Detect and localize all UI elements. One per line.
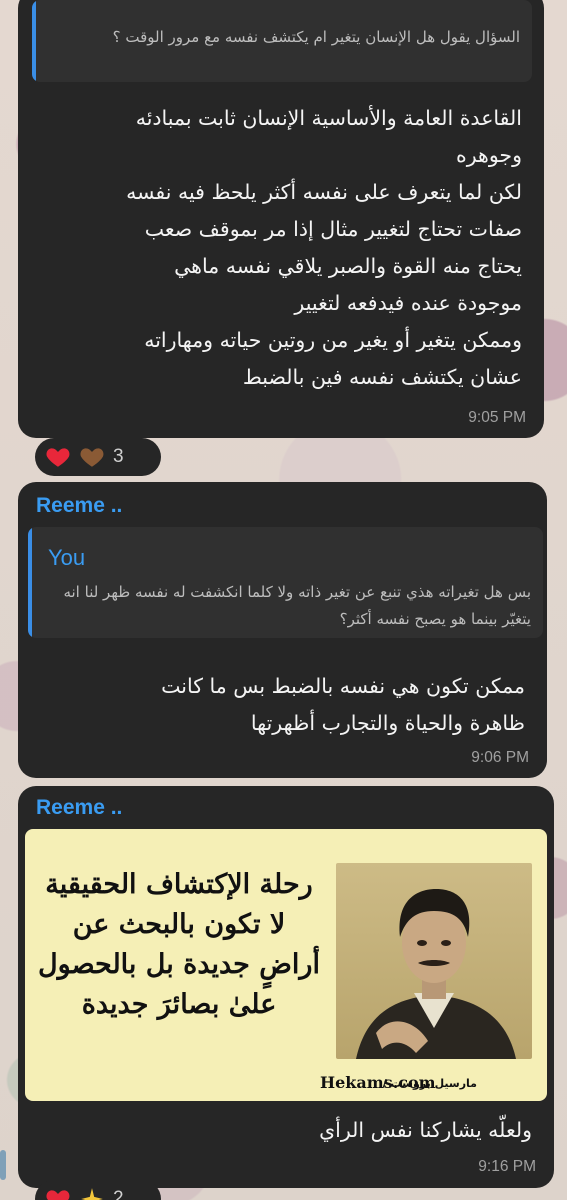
portrait-figure	[356, 889, 516, 1059]
message-line: لكن لما يتعرف على نفسه أكثر يلحظ فيه نفس…	[126, 180, 522, 204]
red-heart-icon[interactable]	[45, 1186, 71, 1200]
sparkle-icon[interactable]	[79, 1186, 105, 1200]
reply-quote-author: You	[48, 545, 86, 570]
message-line: عشان يكتشف نفسه فين بالضبط	[242, 365, 522, 389]
message-bubble-2[interactable]: Reeme .. You بس هل تغيراته هذي تنبع عن ت…	[18, 482, 547, 778]
message-text-1: القاعدة العامة والأساسية الإنسان ثابت بم…	[32, 100, 522, 396]
scroll-indicator[interactable]	[0, 1150, 6, 1180]
shared-image[interactable]: رحلة الإكتشاف الحقيقية لا تكون بالبحث عن…	[25, 829, 547, 1101]
brown-heart-icon[interactable]	[79, 444, 105, 470]
image-quote-line: رحلة الإكتشاف الحقيقية	[45, 869, 313, 900]
reactions-bar-1[interactable]: 3	[35, 438, 161, 476]
reply-quote-bar	[28, 527, 32, 638]
message-line: ممكن تكون هي نفسه بالضبط بس ما كانت	[161, 674, 525, 698]
message-time: 9:16 PM	[478, 1158, 536, 1175]
message-line: موجودة عنده فيدفعه لتغيير	[294, 291, 522, 315]
sender-name[interactable]: Reeme ..	[36, 796, 122, 820]
message-bubble-1[interactable]: السؤال يقول هل الإنسان يتغير ام يكتشف نف…	[18, 0, 544, 438]
message-line: وممكن يتغير أو يغير من روتين حياته ومهار…	[144, 328, 522, 352]
message-bubble-3[interactable]: Reeme .. رحلة الإكتشاف الحقيقية لا تكون …	[18, 786, 554, 1188]
image-quote-line: علىٰ بصائرَ جديدة	[81, 989, 277, 1020]
red-heart-icon[interactable]	[45, 444, 71, 470]
message-text-3: ولعلّه يشاركنا نفس الرأي	[319, 1118, 532, 1142]
message-line: القاعدة العامة والأساسية الإنسان ثابت بم…	[135, 106, 522, 130]
reply-quote[interactable]: السؤال يقول هل الإنسان يتغير ام يكتشف نف…	[32, 0, 532, 82]
message-line: ظاهرة والحياة والتجارب أظهرتها	[250, 711, 525, 735]
reply-quote-bar	[32, 0, 36, 82]
message-text-2: ممكن تكون هي نفسه بالضبط بس ما كانت ظاهر…	[35, 668, 525, 742]
reaction-count: 2	[113, 1188, 124, 1200]
message-line: صفات تحتاج لتغيير مثال إذا مر بموقف صعب	[144, 217, 522, 241]
image-quote-line: لا تكون بالبحث عن	[72, 909, 286, 940]
message-line: يحتاج منه القوة والصبر يلاقي نفسه ماهي	[174, 254, 522, 278]
reply-quote-text: بس هل تغيراته هذي تنبع عن تغير ذاته ولا …	[63, 583, 531, 628]
portrait-photo	[336, 863, 532, 1059]
message-time: 9:05 PM	[468, 409, 526, 426]
sender-name[interactable]: Reeme ..	[36, 494, 122, 518]
message-line: وجوهره	[455, 143, 522, 167]
reactions-bar-2[interactable]: 2	[35, 1180, 161, 1200]
reaction-count: 3	[113, 446, 124, 467]
image-site: Hekams.com	[320, 1073, 436, 1092]
reply-quote-text: السؤال يقول هل الإنسان يتغير ام يكتشف نف…	[112, 28, 520, 46]
image-quote-line: أراضٍ جديدة بل بالحصول	[38, 949, 320, 980]
image-quote-text: رحلة الإكتشاف الحقيقية لا تكون بالبحث عن…	[31, 865, 327, 1025]
reply-quote[interactable]: You بس هل تغيراته هذي تنبع عن تغير ذاته …	[28, 527, 543, 638]
message-time: 9:06 PM	[471, 749, 529, 766]
